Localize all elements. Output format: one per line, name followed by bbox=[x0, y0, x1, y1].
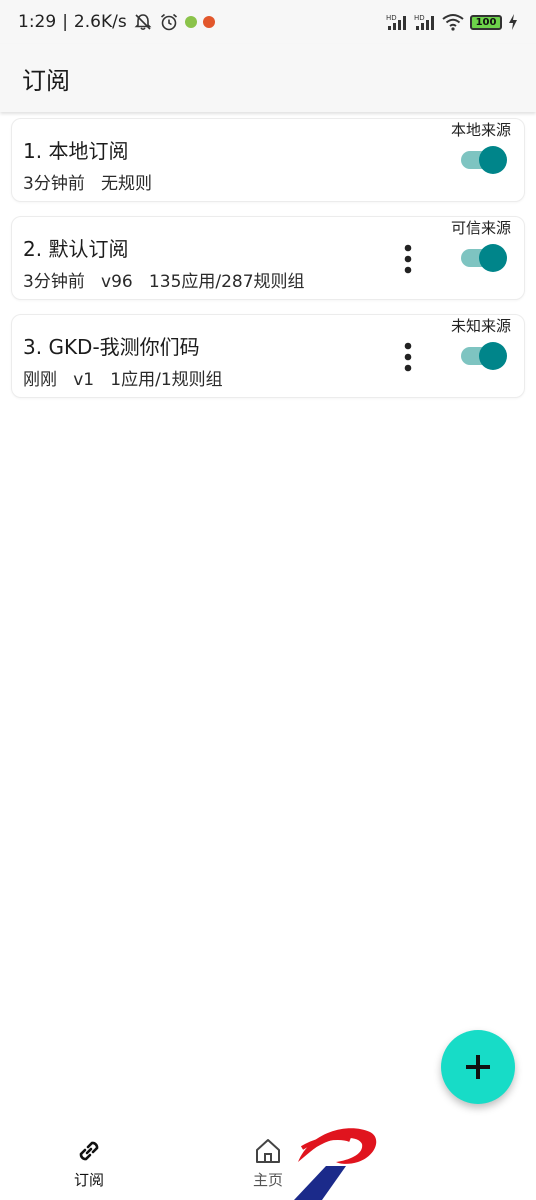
enable-switch[interactable] bbox=[461, 341, 507, 371]
subscription-name: 1. 本地订阅 bbox=[23, 139, 129, 163]
more-vert-icon bbox=[404, 244, 412, 274]
more-vert-icon bbox=[404, 342, 412, 372]
subscription-meta: 刚刚 v1 1应用/1规则组 bbox=[23, 370, 223, 390]
more-options-button[interactable] bbox=[396, 339, 420, 375]
subscription-name: 2. 默认订阅 bbox=[23, 237, 129, 261]
page-title: 订阅 bbox=[22, 66, 70, 95]
switch-thumb bbox=[479, 146, 507, 174]
hd-signal-icon: HD bbox=[414, 13, 436, 31]
nav-label: 订阅 bbox=[73, 1171, 104, 1189]
charging-icon bbox=[508, 14, 518, 30]
battery-icon: 100 bbox=[470, 14, 502, 30]
bottom-nav: 订阅 主页 bbox=[0, 1118, 536, 1200]
more-options-button[interactable] bbox=[396, 241, 420, 277]
switch-thumb bbox=[479, 244, 507, 272]
status-time: 1:29 bbox=[18, 12, 57, 32]
add-icon bbox=[466, 1055, 490, 1079]
source-badge: 未知来源 bbox=[450, 317, 511, 335]
svg-text:HD: HD bbox=[386, 14, 397, 22]
notifications-off-icon bbox=[133, 12, 153, 32]
source-badge: 本地来源 bbox=[450, 121, 511, 139]
alarm-icon bbox=[159, 12, 179, 32]
subscription-card[interactable]: 2. 默认订阅 3分钟前 v96 135应用/287规则组 可信来源 bbox=[11, 216, 525, 300]
subscription-meta: 3分钟前 v96 135应用/287规则组 bbox=[23, 272, 305, 292]
svg-text:HD: HD bbox=[414, 14, 425, 22]
wifi-icon bbox=[442, 13, 464, 31]
link-icon bbox=[79, 1141, 99, 1161]
status-left: 1:29 | 2.6K/s bbox=[18, 12, 215, 32]
status-bar: 1:29 | 2.6K/s HD HD 100 bbox=[0, 0, 536, 44]
nav-item-subscriptions[interactable]: 订阅 bbox=[29, 1118, 149, 1200]
green-app-dot-icon bbox=[184, 16, 197, 28]
orange-app-dot-icon bbox=[202, 16, 215, 28]
subscription-meta: 3分钟前 无规则 bbox=[23, 174, 153, 194]
enable-switch[interactable] bbox=[461, 243, 507, 273]
switch-thumb bbox=[479, 342, 507, 370]
home-icon bbox=[256, 1139, 280, 1163]
source-badge: 可信来源 bbox=[450, 219, 511, 237]
subscription-card[interactable]: 1. 本地订阅 3分钟前 无规则 本地来源 bbox=[11, 118, 525, 202]
subscription-name: 3. GKD-我测你们码 bbox=[23, 335, 200, 359]
subscription-card[interactable]: 3. GKD-我测你们码 刚刚 v1 1应用/1规则组 未知来源 bbox=[11, 314, 525, 398]
hd-signal-icon: HD bbox=[386, 13, 408, 31]
status-speed: 2.6K/s bbox=[73, 12, 127, 32]
enable-switch[interactable] bbox=[461, 145, 507, 175]
add-subscription-button[interactable] bbox=[441, 1030, 515, 1104]
status-right: HD HD 100 bbox=[386, 13, 518, 31]
brand-logo-icon bbox=[294, 1128, 377, 1200]
top-app-bar: 订阅 bbox=[0, 44, 536, 112]
nav-label: 主页 bbox=[252, 1171, 283, 1189]
status-separator: | bbox=[62, 12, 68, 32]
